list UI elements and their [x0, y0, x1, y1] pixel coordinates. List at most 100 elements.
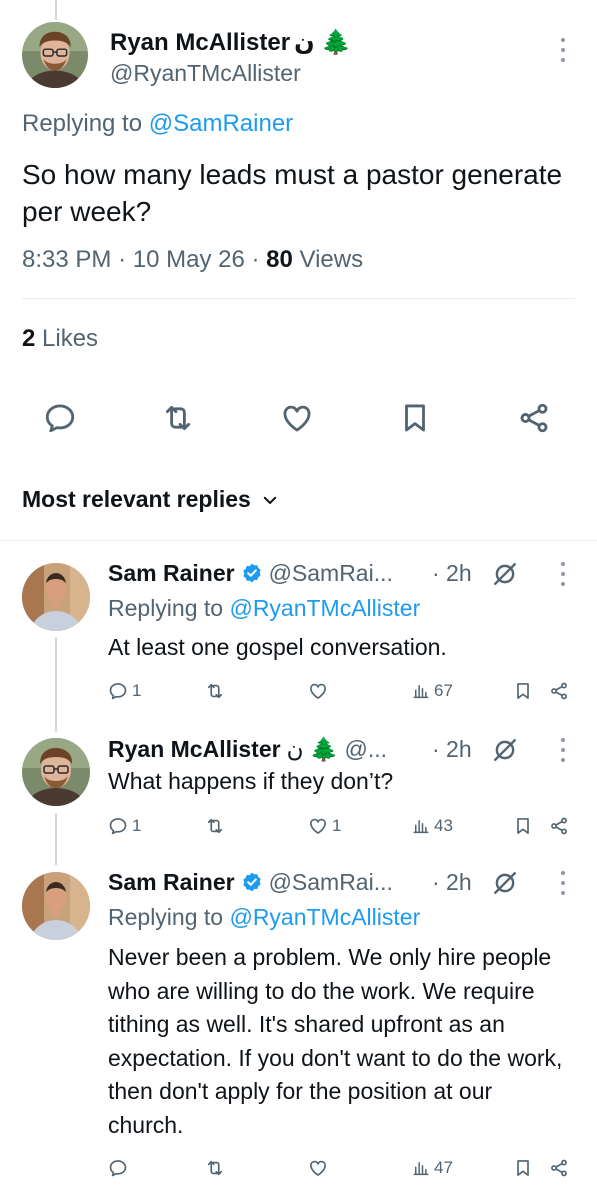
reply-icon — [108, 1158, 128, 1178]
reply-text: Never been a problem. We only hire peopl… — [108, 944, 563, 1138]
author-name[interactable]: Ryan McAllister — [110, 29, 290, 57]
share-icon — [549, 681, 569, 701]
reply-time[interactable]: · 2h — [432, 733, 472, 765]
replying-to-link[interactable]: @RyanTMcAllister — [229, 595, 420, 621]
reply-button[interactable]: 1 — [108, 814, 141, 838]
reply-text: At least one gospel conversation. — [108, 634, 447, 660]
replying-to-link[interactable]: @RyanTMcAllister — [229, 904, 420, 930]
reply-header: Sam Rainer @SamRai... — [108, 557, 393, 589]
views-icon — [412, 682, 430, 700]
more-options-icon[interactable] — [555, 35, 571, 65]
reply-icon — [108, 816, 128, 836]
more-options-icon[interactable] — [555, 735, 571, 765]
bookmark-button[interactable] — [513, 679, 533, 703]
reply-button[interactable] — [42, 400, 78, 436]
retweet-button[interactable] — [205, 1156, 225, 1180]
bookmark-icon — [398, 401, 432, 435]
author-name-row[interactable]: Ryan McAllister ن 🌲 — [110, 28, 351, 57]
retweet-icon — [205, 816, 225, 836]
reply-action-bar: 1 1 43 — [108, 814, 573, 838]
more-options-icon[interactable] — [555, 868, 571, 898]
share-button[interactable] — [549, 814, 569, 838]
reply-action-bar: 1 67 — [108, 679, 573, 703]
likes-label: Likes — [35, 325, 99, 352]
divider — [22, 298, 575, 299]
replying-to: Replying to @RyanTMcAllister — [108, 904, 420, 931]
reply-item[interactable]: Sam Rainer @SamRai... · 2h Replying to @… — [0, 557, 597, 732]
heart-icon — [308, 1158, 328, 1178]
replying-to-label: Replying to — [108, 595, 230, 621]
retweet-button[interactable] — [205, 679, 225, 703]
reply-author-handle[interactable]: @... — [344, 736, 387, 763]
bookmark-button[interactable] — [513, 814, 533, 838]
replying-to-link[interactable]: @SamRainer — [149, 110, 293, 137]
reply-header: Ryan McAllister ن 🌲 @... — [108, 733, 387, 765]
replying-to: Replying to @RyanTMcAllister — [108, 595, 420, 622]
retweet-icon — [205, 681, 225, 701]
retweet-icon — [205, 1158, 225, 1178]
reply-item[interactable]: Ryan McAllister ن 🌲 @... · 2h What happe… — [0, 733, 597, 865]
verified-badge-icon[interactable] — [241, 871, 263, 893]
reply-author-name[interactable]: Sam Rainer — [108, 869, 235, 896]
avatar[interactable] — [22, 738, 90, 806]
bookmark-icon — [513, 1158, 533, 1178]
bookmark-icon — [513, 816, 533, 836]
author-emoji: ن 🌲 — [286, 735, 339, 762]
reply-author-handle[interactable]: @SamRai... — [269, 560, 393, 587]
avatar[interactable] — [22, 22, 88, 88]
reply-time[interactable]: · 2h — [432, 866, 472, 898]
retweet-button[interactable] — [205, 814, 225, 838]
like-count: 1 — [332, 816, 342, 835]
chevron-down-icon — [263, 496, 277, 504]
views-button[interactable]: 67 — [412, 679, 453, 703]
author-handle[interactable]: @RyanTMcAllister — [110, 60, 301, 87]
reply-icon — [108, 681, 128, 701]
tweet-date[interactable]: 10 May 26 — [133, 246, 245, 273]
likes-summary[interactable]: 2 Likes — [22, 325, 98, 353]
avatar[interactable] — [22, 872, 90, 940]
reply-time[interactable]: · 2h — [432, 557, 472, 589]
reply-count: 1 — [132, 816, 142, 835]
retweet-button[interactable] — [160, 400, 196, 436]
like-button[interactable] — [308, 1156, 332, 1180]
reply-author-name[interactable]: Sam Rainer — [108, 560, 235, 587]
reply-author-name[interactable]: Ryan McAllister — [108, 736, 281, 763]
bookmark-button[interactable] — [513, 1156, 533, 1180]
avatar[interactable] — [22, 563, 90, 631]
reply-count: 1 — [132, 681, 142, 700]
views-button[interactable]: 43 — [412, 814, 453, 838]
share-icon — [517, 401, 551, 435]
reply-header: Sam Rainer @SamRai... — [108, 866, 393, 898]
grok-icon[interactable] — [492, 870, 518, 896]
views-icon — [412, 817, 430, 835]
share-button[interactable] — [516, 400, 552, 436]
like-button[interactable] — [308, 679, 332, 703]
reply-button[interactable]: 1 — [108, 679, 141, 703]
views-button[interactable]: 47 — [412, 1156, 453, 1180]
grok-icon[interactable] — [492, 561, 518, 587]
more-options-icon[interactable] — [555, 559, 571, 589]
reply-button[interactable] — [108, 1156, 132, 1180]
reply-item[interactable]: Sam Rainer @SamRai... · 2h Replying to @… — [0, 866, 597, 1196]
verified-badge-icon[interactable] — [241, 562, 263, 584]
thread-connector — [55, 813, 57, 865]
meta-separator: · — [251, 246, 267, 273]
likes-count: 2 — [22, 325, 36, 352]
share-button[interactable] — [549, 1156, 569, 1180]
heart-icon — [308, 816, 328, 836]
grok-icon[interactable] — [492, 737, 518, 763]
views-icon — [412, 1159, 430, 1177]
meta-separator: · — [118, 246, 133, 273]
heart-icon — [280, 401, 314, 435]
replying-to-label: Replying to — [108, 904, 230, 930]
tweet-time[interactable]: 8:33 PM — [22, 246, 111, 273]
share-button[interactable] — [549, 679, 569, 703]
like-button[interactable] — [279, 400, 315, 436]
sort-replies-dropdown[interactable]: Most relevant replies — [22, 486, 279, 513]
like-button[interactable]: 1 — [308, 814, 341, 838]
reply-author-handle[interactable]: @SamRai... — [269, 869, 393, 896]
bookmark-button[interactable] — [397, 400, 433, 436]
views-count: 67 — [434, 681, 453, 700]
replying-to: Replying to @SamRainer — [22, 110, 293, 138]
reply-action-bar: 47 — [108, 1156, 573, 1180]
